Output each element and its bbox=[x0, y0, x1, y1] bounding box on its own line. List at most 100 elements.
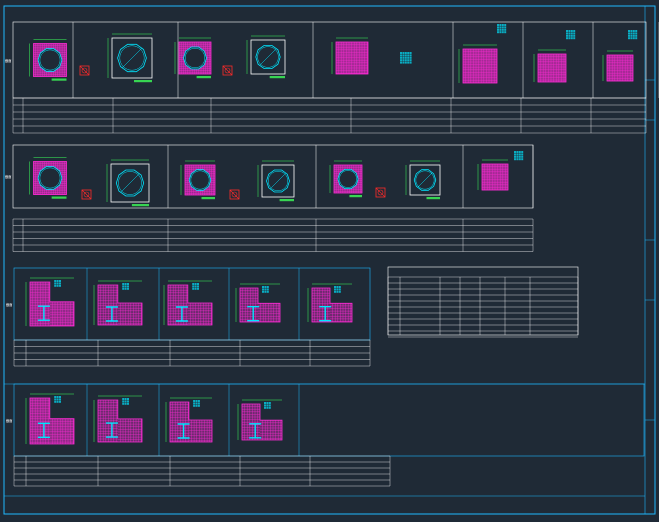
rebar-tie bbox=[120, 173, 140, 193]
detail-mini bbox=[635, 37, 638, 40]
section-tag bbox=[269, 76, 285, 79]
detail-mini bbox=[521, 155, 524, 158]
detail-mini bbox=[336, 288, 339, 291]
detail-mini bbox=[334, 286, 336, 288]
column-outline bbox=[335, 41, 369, 75]
detail-mini bbox=[632, 37, 635, 40]
detail-mini bbox=[56, 282, 59, 285]
detail-mini bbox=[518, 153, 521, 156]
detail-mini bbox=[59, 280, 61, 282]
rebar-ring bbox=[37, 166, 63, 190]
detail-mini bbox=[407, 54, 410, 57]
detail-mini bbox=[521, 151, 524, 153]
detail-mini bbox=[407, 52, 410, 54]
detail-mini bbox=[570, 30, 573, 32]
detail-mini bbox=[573, 34, 576, 37]
rebar-ring bbox=[188, 169, 212, 191]
detail-mini bbox=[194, 283, 197, 285]
detail-mini bbox=[127, 285, 129, 288]
detail-mini bbox=[192, 283, 195, 285]
special-column-outline bbox=[169, 401, 213, 443]
detail-mini bbox=[262, 286, 264, 288]
detail-mini bbox=[54, 396, 57, 398]
detail-mini bbox=[124, 400, 127, 403]
detail-mini bbox=[497, 31, 499, 34]
detail-mini bbox=[635, 30, 638, 32]
detail-mini bbox=[197, 285, 199, 288]
detail-mini bbox=[628, 30, 630, 32]
detail-mini bbox=[124, 285, 127, 288]
detail-mini bbox=[566, 34, 568, 37]
detail-mini bbox=[501, 24, 504, 26]
detail-mini bbox=[122, 400, 125, 403]
detail-mini bbox=[56, 284, 59, 287]
detail-mini bbox=[334, 288, 336, 291]
detail-mini bbox=[264, 402, 266, 404]
cad-drawing-sheet: 截面 截面 截面 截面 bbox=[0, 0, 659, 522]
rebar-ring bbox=[183, 46, 207, 70]
detail-mini bbox=[628, 37, 630, 40]
detail-mini bbox=[409, 56, 412, 59]
detail-mini bbox=[409, 59, 412, 62]
detail-mini bbox=[197, 287, 199, 290]
detail-mini bbox=[124, 398, 127, 400]
detail-mini bbox=[124, 283, 127, 285]
section-tag bbox=[196, 76, 211, 79]
detail-mini bbox=[192, 285, 195, 288]
detail-mini bbox=[407, 56, 410, 59]
special-column-outline bbox=[97, 399, 143, 443]
detail-mini bbox=[635, 34, 638, 37]
detail-mini bbox=[56, 398, 59, 401]
detail-mini bbox=[266, 406, 269, 409]
special-column-outline bbox=[29, 281, 75, 327]
detail-mini bbox=[632, 30, 635, 32]
detail-mini bbox=[266, 288, 269, 291]
detail-mini bbox=[628, 32, 630, 35]
detail-mini bbox=[407, 61, 410, 64]
detail-mini bbox=[566, 37, 568, 40]
detail-mini bbox=[504, 24, 507, 26]
detail-mini bbox=[264, 290, 267, 293]
detail-mini bbox=[268, 406, 271, 409]
detail-mini bbox=[262, 288, 264, 291]
detail-mini bbox=[514, 158, 516, 161]
detail-mini bbox=[338, 286, 341, 288]
detail-mini bbox=[404, 54, 407, 57]
detail-mini bbox=[516, 158, 519, 161]
detail-mini bbox=[628, 34, 630, 37]
detail-mini bbox=[570, 32, 573, 35]
detail-mini bbox=[122, 285, 125, 288]
detail-mini bbox=[518, 155, 521, 158]
detail-mini bbox=[56, 280, 59, 282]
detail-mini bbox=[504, 31, 507, 34]
detail-mini bbox=[499, 26, 502, 29]
detail-mini bbox=[499, 28, 502, 31]
detail-mini bbox=[518, 158, 521, 161]
detail-mini bbox=[122, 402, 125, 405]
detail-mini bbox=[59, 398, 61, 401]
detail-mini bbox=[54, 284, 57, 287]
detail-mini bbox=[193, 402, 196, 405]
detail-mini bbox=[334, 290, 336, 293]
section-tag bbox=[426, 197, 440, 200]
title-block bbox=[645, 79, 655, 421]
detail-mini bbox=[266, 286, 269, 288]
detail-mini bbox=[193, 404, 196, 407]
detail-mini bbox=[404, 52, 407, 54]
detail-mini bbox=[566, 32, 568, 35]
section-tag bbox=[349, 195, 362, 198]
detail-mini bbox=[504, 26, 507, 29]
detail-mini bbox=[632, 34, 635, 37]
detail-mini bbox=[404, 59, 407, 62]
detail-mini bbox=[573, 32, 576, 35]
detail-mini bbox=[404, 61, 407, 64]
detail-mini bbox=[195, 402, 198, 405]
steel-section-mark bbox=[79, 65, 90, 76]
detail-mini bbox=[514, 155, 516, 158]
detail-mini bbox=[573, 30, 576, 32]
section-tag bbox=[134, 80, 152, 83]
rebar-ring bbox=[37, 48, 63, 72]
detail-mini bbox=[566, 30, 568, 32]
detail-mini bbox=[124, 402, 127, 405]
detail-mini bbox=[630, 37, 633, 40]
